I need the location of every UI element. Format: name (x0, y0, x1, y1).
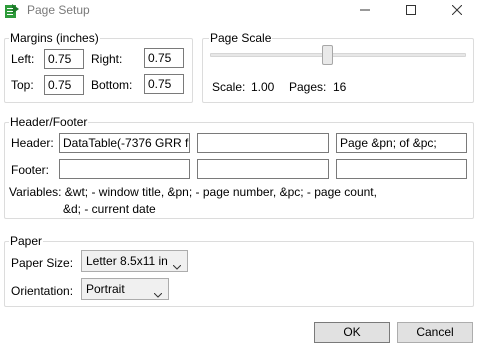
margins-group-title: Margins (inches) (9, 31, 100, 45)
maximize-button[interactable] (394, 0, 428, 22)
page-scale-group-title: Page Scale (209, 31, 273, 45)
chevron-down-icon (153, 287, 163, 301)
top-margin-label: Top: (11, 78, 34, 92)
close-button[interactable] (440, 0, 474, 22)
chevron-down-icon (172, 259, 182, 273)
paper-size-value: Letter 8.5x11 in (86, 254, 168, 268)
orientation-label: Orientation: (11, 284, 74, 298)
maximize-icon (406, 3, 416, 18)
paper-size-label: Paper Size: (11, 256, 74, 270)
bottom-margin-label: Bottom: (91, 78, 133, 92)
pages-value: 16 (333, 80, 347, 94)
minimize-icon (360, 3, 370, 18)
close-icon (451, 3, 463, 18)
paper-size-select[interactable]: Letter 8.5x11 in (81, 250, 188, 272)
window-title: Page Setup (27, 3, 90, 17)
footer-left-input[interactable] (59, 159, 190, 179)
left-margin-input[interactable]: 0.75 (44, 49, 84, 69)
scale-value: 1.00 (251, 80, 275, 94)
left-margin-label: Left: (11, 52, 35, 66)
header-footer-group-title: Header/Footer (9, 115, 89, 129)
footer-right-input[interactable] (336, 159, 467, 179)
page-scale-slider-thumb[interactable] (322, 45, 333, 65)
header-right-input[interactable]: Page &pn; of &pc; (336, 133, 467, 153)
cancel-button[interactable]: Cancel (397, 322, 473, 343)
page-scale-slider-track[interactable] (210, 53, 466, 57)
pages-label: Pages: (289, 80, 327, 94)
ok-button[interactable]: OK (314, 322, 390, 343)
scale-label: Scale: (212, 80, 246, 94)
header-label: Header: (11, 136, 54, 150)
variables-help-line-1: Variables: &wt; - window title, &pn; - p… (9, 185, 377, 199)
app-icon (4, 3, 20, 19)
header-left-input[interactable]: DataTable(-7376 GRR final) (59, 133, 190, 153)
variables-help-line-2: &d; - current date (63, 202, 156, 216)
minimize-button[interactable] (348, 0, 382, 22)
title-bar: Page Setup (0, 0, 477, 22)
orientation-select[interactable]: Portrait (81, 278, 169, 300)
bottom-margin-input[interactable]: 0.75 (144, 74, 184, 94)
footer-label: Footer: (11, 163, 50, 177)
header-center-input[interactable] (197, 133, 329, 153)
paper-group-title: Paper (9, 234, 44, 248)
paper-group (4, 241, 474, 307)
footer-center-input[interactable] (197, 159, 329, 179)
right-margin-label: Right: (91, 52, 123, 66)
orientation-value: Portrait (86, 282, 125, 296)
right-margin-input[interactable]: 0.75 (144, 48, 184, 68)
top-margin-input[interactable]: 0.75 (44, 75, 84, 95)
